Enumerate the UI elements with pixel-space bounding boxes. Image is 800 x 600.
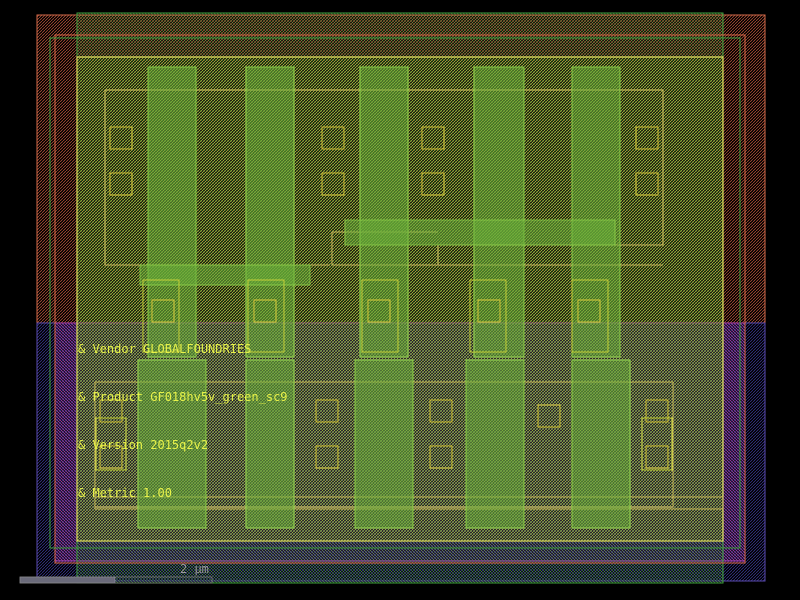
layout-canvas[interactable]: & Vendor GLOBALFOUNDRIES & Product GF018… xyxy=(0,0,800,600)
annotation-metric: & Metric 1.00 xyxy=(78,486,172,500)
poly-gate-5 xyxy=(571,66,621,358)
annotation-version: & Version 2015q2v2 xyxy=(78,438,208,452)
annotation-product: & Product GF018hv5v_green_sc9 xyxy=(78,390,288,404)
scale-bar-label: 2 µm xyxy=(180,562,209,576)
poly-gate-3 xyxy=(359,66,409,358)
poly-gate-2 xyxy=(245,66,295,358)
poly-gate-4 xyxy=(473,66,525,358)
poly-gate-1 xyxy=(147,66,197,358)
scale-bar-fill xyxy=(19,576,116,584)
annotation-vendor: & Vendor GLOBALFOUNDRIES xyxy=(78,342,251,356)
